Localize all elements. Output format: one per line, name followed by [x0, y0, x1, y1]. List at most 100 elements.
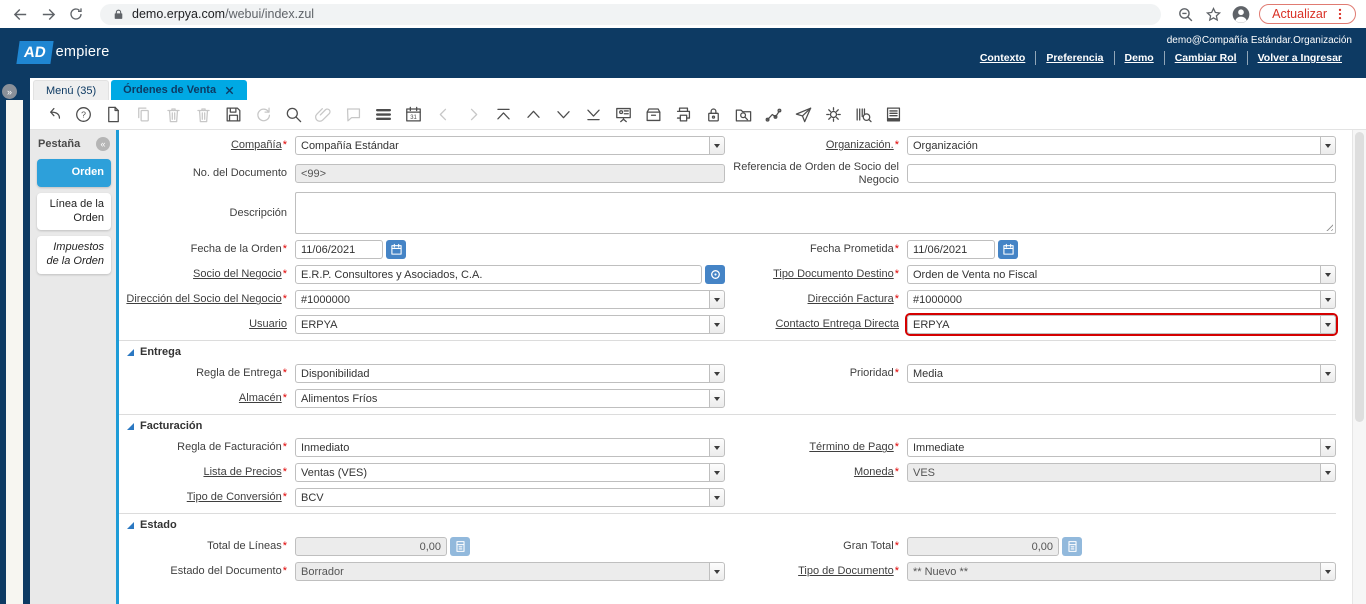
- toolbar-help-button[interactable]: ?: [70, 102, 97, 128]
- header-link-preferencia[interactable]: Preferencia: [1036, 52, 1113, 64]
- organizacion-combobox[interactable]: Organización: [907, 136, 1320, 155]
- field-tipo-conversion-zoom-link[interactable]: Tipo de Conversión: [187, 491, 282, 503]
- field-organizacion-zoom-link[interactable]: Organización.: [826, 139, 894, 151]
- toolbar-product-info-button[interactable]: [850, 102, 877, 128]
- field-direccion-socio-negocio-zoom-link[interactable]: Dirección del Socio del Negocio: [126, 293, 281, 305]
- field-almacen-zoom-link[interactable]: Almacén: [239, 392, 282, 404]
- almacen-dropdown-button[interactable]: [709, 389, 725, 409]
- field-contacto-entrega-directa-zoom-link[interactable]: Contacto Entrega Directa: [775, 318, 899, 330]
- prioridad-dropdown-button[interactable]: [1320, 364, 1336, 384]
- browser-update-button[interactable]: Actualizar: [1259, 4, 1356, 24]
- toolbar-preference-button[interactable]: [820, 102, 847, 128]
- direccion-factura-dropdown-button[interactable]: [1320, 290, 1336, 310]
- fecha-prometida-calendar-button[interactable]: [998, 240, 1018, 260]
- header-link-contexto[interactable]: Contexto: [970, 52, 1036, 64]
- reload-icon[interactable]: [66, 4, 86, 24]
- section-facturación-header[interactable]: Facturación: [119, 415, 1336, 438]
- organizacion-dropdown-button[interactable]: [1320, 136, 1336, 155]
- field-moneda-zoom-link[interactable]: Moneda: [854, 466, 894, 478]
- usuario-combobox[interactable]: ERPYA: [295, 315, 709, 335]
- direccion-socio-negocio-dropdown-button[interactable]: [709, 290, 725, 310]
- regla-facturacion-dropdown-button[interactable]: [709, 438, 725, 458]
- lista-precios-dropdown-button[interactable]: [709, 463, 725, 483]
- field-lista-precios-zoom-link[interactable]: Lista de Precios: [203, 466, 281, 478]
- tab-close-icon[interactable]: [224, 85, 235, 96]
- usuario-dropdown-button[interactable]: [709, 315, 725, 335]
- toolbar-previous-record-button[interactable]: [520, 102, 547, 128]
- field-tipo-documento-destino-zoom-link[interactable]: Tipo Documento Destino: [773, 268, 894, 280]
- termino-pago-combobox[interactable]: Immediate: [907, 438, 1320, 458]
- field-tipo-documento-zoom-link[interactable]: Tipo de Documento: [798, 565, 894, 577]
- referencia-orden-socio-input[interactable]: [907, 164, 1336, 184]
- regla-facturacion-combobox[interactable]: Inmediato: [295, 438, 709, 458]
- socio-negocio-search-button[interactable]: [705, 265, 725, 285]
- compania-combobox[interactable]: Compañía Estándar: [295, 136, 709, 155]
- field-termino-pago-zoom-link[interactable]: Término de Pago: [809, 441, 893, 453]
- profile-avatar-icon[interactable]: [1231, 4, 1251, 24]
- zoom-out-icon[interactable]: [1175, 4, 1195, 24]
- section-estado-header[interactable]: Estado: [119, 514, 1336, 537]
- bookmark-star-icon[interactable]: [1203, 4, 1223, 24]
- sidebar-tab-línea-de-la-orden[interactable]: Línea de la Orden: [37, 192, 111, 231]
- toolbar-last-record-button[interactable]: [580, 102, 607, 128]
- toolbar-zoom-across-button[interactable]: [730, 102, 757, 128]
- regla-entrega-combobox[interactable]: Disponibilidad: [295, 364, 709, 384]
- toolbar-request-button[interactable]: [790, 102, 817, 128]
- toolbar-calendar-button[interactable]: 31: [400, 102, 427, 128]
- tipo-conversion-combobox[interactable]: BCV: [295, 488, 709, 508]
- estado-documento-combobox[interactable]: Borrador: [295, 562, 709, 582]
- tab-ordenes-de-venta[interactable]: Órdenes de Venta: [111, 80, 248, 100]
- fecha-prometida-input[interactable]: 11/06/2021: [907, 240, 995, 260]
- regla-entrega-dropdown-button[interactable]: [709, 364, 725, 384]
- contacto-entrega-directa-dropdown-button[interactable]: [1320, 315, 1336, 335]
- toolbar-find-button[interactable]: [280, 102, 307, 128]
- lista-precios-combobox[interactable]: Ventas (VES): [295, 463, 709, 483]
- toolbar-undo-button[interactable]: [40, 102, 67, 128]
- toolbar-save-button[interactable]: [220, 102, 247, 128]
- direccion-socio-negocio-combobox[interactable]: #1000000: [295, 290, 709, 310]
- moneda-dropdown-button[interactable]: [1320, 463, 1336, 483]
- forward-icon[interactable]: [38, 4, 58, 24]
- toolbar-archive-button[interactable]: [640, 102, 667, 128]
- toolbar-first-record-button[interactable]: [490, 102, 517, 128]
- tipo-documento-dropdown-button[interactable]: [1320, 562, 1336, 582]
- prioridad-combobox[interactable]: Media: [907, 364, 1320, 384]
- url-bar[interactable]: demo.erpya.com/webui/index.zul: [100, 3, 1162, 25]
- toolbar-print-button[interactable]: [670, 102, 697, 128]
- toolbar-report-button[interactable]: [610, 102, 637, 128]
- tipo-documento-destino-combobox[interactable]: Orden de Venta no Fiscal: [907, 265, 1320, 285]
- contacto-entrega-directa-combobox[interactable]: ERPYA: [907, 315, 1320, 335]
- gran-total-calculator-button[interactable]: [1062, 537, 1082, 557]
- termino-pago-dropdown-button[interactable]: [1320, 438, 1336, 458]
- header-link-volver-a-ingresar[interactable]: Volver a Ingresar: [1248, 52, 1352, 64]
- tab-menu[interactable]: Menú (35): [33, 80, 110, 100]
- descripcion-textarea[interactable]: [295, 192, 1336, 235]
- field-compania-zoom-link[interactable]: Compañía: [231, 139, 282, 151]
- toolbar-next-record-button[interactable]: [550, 102, 577, 128]
- direccion-factura-combobox[interactable]: #1000000: [907, 290, 1320, 310]
- toolbar-new-record-button[interactable]: [100, 102, 127, 128]
- toolbar-print-preview-button[interactable]: [880, 102, 907, 128]
- field-socio-negocio-zoom-link[interactable]: Socio del Negocio: [193, 268, 282, 280]
- scrollbar-thumb[interactable]: [1355, 132, 1364, 422]
- header-link-cambiar-rol[interactable]: Cambiar Rol: [1165, 52, 1247, 64]
- tipo-documento-combobox[interactable]: ** Nuevo **: [907, 562, 1320, 582]
- fecha-orden-input[interactable]: 11/06/2021: [295, 240, 383, 260]
- estado-documento-dropdown-button[interactable]: [709, 562, 725, 582]
- resize-grip-icon[interactable]: [1324, 222, 1333, 232]
- compania-dropdown-button[interactable]: [709, 136, 725, 155]
- collapse-sidebar-button[interactable]: «: [96, 137, 110, 151]
- field-usuario-zoom-link[interactable]: Usuario: [249, 318, 287, 330]
- tipo-conversion-dropdown-button[interactable]: [709, 488, 725, 508]
- toolbar-workflow-button[interactable]: [760, 102, 787, 128]
- field-direccion-factura-zoom-link[interactable]: Dirección Factura: [808, 293, 894, 305]
- toolbar-lock-button[interactable]: [700, 102, 727, 128]
- back-icon[interactable]: [10, 4, 30, 24]
- total-lineas-calculator-button[interactable]: [450, 537, 470, 557]
- expand-menu-button[interactable]: »: [2, 84, 17, 99]
- browser-menu-dots-icon[interactable]: [1333, 7, 1347, 21]
- almacen-combobox[interactable]: Alimentos Fríos: [295, 389, 709, 409]
- header-link-demo[interactable]: Demo: [1115, 52, 1164, 64]
- socio-negocio-input[interactable]: E.R.P. Consultores y Asociados, C.A.: [295, 265, 702, 285]
- fecha-orden-calendar-button[interactable]: [386, 240, 406, 260]
